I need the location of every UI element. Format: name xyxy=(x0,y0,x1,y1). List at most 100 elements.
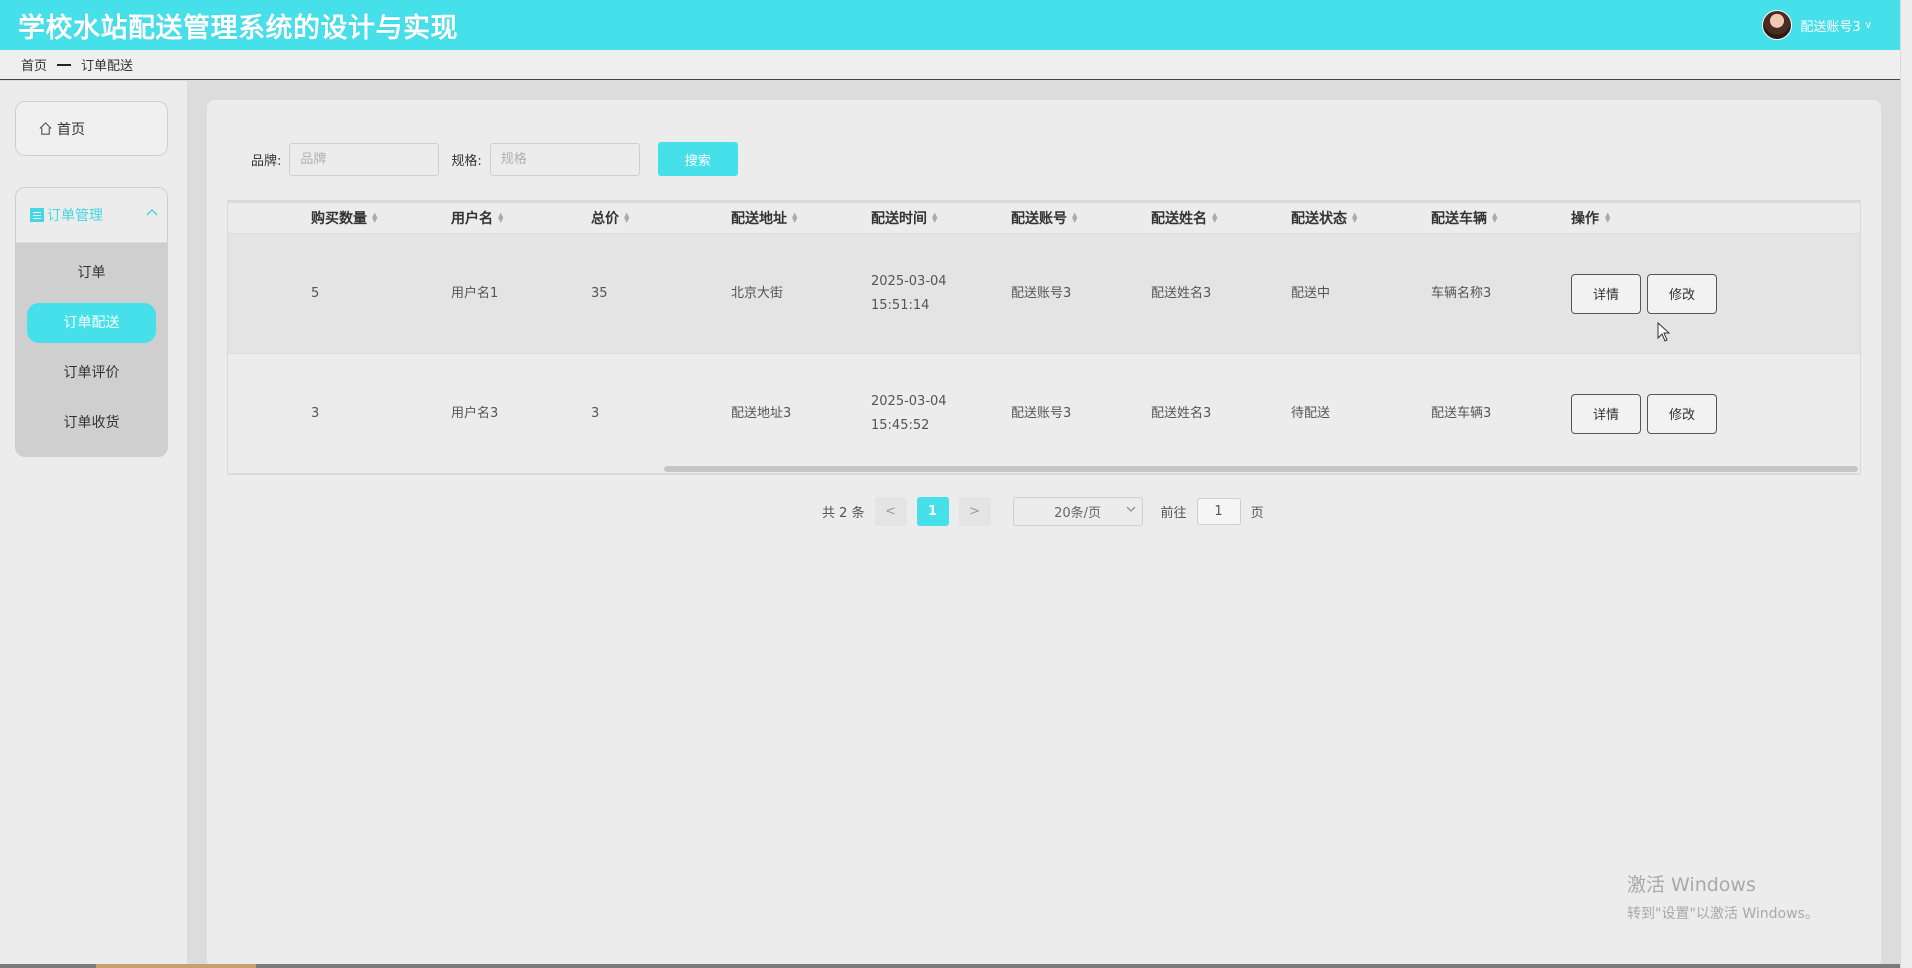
next-page-button[interactable]: > xyxy=(958,497,991,526)
sidebar-item-order[interactable]: 订单 xyxy=(27,253,156,293)
page-unit-label: 页 xyxy=(1250,506,1264,521)
column-header-vehicle[interactable]: 配送车辆 ▲ ▼ xyxy=(1431,208,1497,228)
mouse-cursor-icon xyxy=(1657,322,1671,342)
sidebar-group-header[interactable]: 订单管理 xyxy=(16,188,167,243)
column-label: 总价 xyxy=(591,211,619,227)
page-size-select[interactable]: 20条/页 xyxy=(1012,497,1143,526)
sidebar-home-label: 首页 xyxy=(57,121,85,138)
user-menu[interactable]: 配送账号3 ∨ xyxy=(1762,10,1872,40)
chevron-down-icon[interactable]: ∨ xyxy=(1865,20,1872,31)
vertical-scrollbar[interactable] xyxy=(1900,0,1912,968)
cell-username: 用户名1 xyxy=(451,285,499,301)
brand-label: 品牌: xyxy=(251,153,282,169)
spec-input[interactable] xyxy=(489,142,640,176)
cell-username: 用户名3 xyxy=(451,405,499,421)
cell-address: 配送地址3 xyxy=(731,405,792,421)
table-row[interactable]: 3 用户名3 3 配送地址3 2025-03-04 15:45:52 配送账号3… xyxy=(228,354,1860,474)
cell-actions: 详情 修改 xyxy=(1571,273,1717,314)
edit-button[interactable]: 修改 xyxy=(1647,393,1717,434)
cell-name: 配送姓名3 xyxy=(1151,285,1212,301)
column-header-address[interactable]: 配送地址 ▲ ▼ xyxy=(731,208,797,228)
sidebar-group-order-management: 订单管理 订单 订单配送 订单评价 订单收货 xyxy=(15,187,168,457)
sort-icon[interactable]: ▲ ▼ xyxy=(498,212,503,224)
column-header-account[interactable]: 配送账号 ▲ ▼ xyxy=(1011,208,1077,228)
cell-status: 配送中 xyxy=(1291,285,1331,301)
detail-button[interactable]: 详情 xyxy=(1571,273,1641,314)
sidebar-item-home[interactable]: 首页 xyxy=(15,101,168,156)
table-header: 购买数量 ▲ ▼ 用户名 ▲ ▼ 总价 ▲ ▼ 配送地址 ▲ ▼ 配送时间 ▲ ▼ 配送账号 ▲ ▼ 配… xyxy=(228,201,1860,234)
column-label: 配送账号 xyxy=(1011,211,1067,227)
column-label: 用户名 xyxy=(451,211,493,227)
column-label: 配送姓名 xyxy=(1151,211,1207,227)
edit-button[interactable]: 修改 xyxy=(1647,273,1717,314)
breadcrumb-current: 订单配送 xyxy=(81,59,134,74)
taskbar-strip xyxy=(0,964,1900,968)
sort-icon[interactable]: ▲ ▼ xyxy=(932,212,937,224)
main-panel: 品牌: 规格: 搜索 购买数量 ▲▼ 用户名 ▲▼ 总价 ▲▼ 配送地址 ▲▼ 配送时间… xyxy=(207,100,1881,968)
sort-icon[interactable]: ▲ ▼ xyxy=(792,212,797,224)
sidebar-item-order-receipt[interactable]: 订单收货 xyxy=(27,403,156,443)
goto-page-input[interactable] xyxy=(1196,498,1241,525)
column-label: 配送车辆 xyxy=(1431,211,1487,227)
column-label: 购买数量 xyxy=(311,211,367,227)
horizontal-scrollbar[interactable] xyxy=(664,466,1858,472)
sort-icon[interactable]: ▲ ▼ xyxy=(1605,212,1610,224)
cell-total: 35 xyxy=(591,285,608,301)
brand-input[interactable] xyxy=(289,142,440,176)
cell-total: 3 xyxy=(591,405,600,421)
home-icon xyxy=(39,122,52,135)
column-header-time[interactable]: 配送时间 ▲ ▼ xyxy=(871,208,991,228)
search-button[interactable]: 搜索 xyxy=(657,142,738,176)
cell-quantity: 5 xyxy=(311,285,320,301)
table-row[interactable]: 5 用户名1 35 北京大街 2025-03-04 15:51:14 配送账号3… xyxy=(228,234,1860,354)
breadcrumb: 首页 订单配送 xyxy=(0,50,1900,80)
top-header: 学校水站配送管理系统的设计与实现 配送账号3 ∨ xyxy=(0,0,1900,50)
sort-icon[interactable]: ▲ ▼ xyxy=(1352,212,1357,224)
sidebar-item-order-review[interactable]: 订单评价 xyxy=(27,353,156,393)
detail-button[interactable]: 详情 xyxy=(1571,393,1641,434)
column-label: 配送状态 xyxy=(1291,211,1347,227)
cell-name: 配送姓名3 xyxy=(1151,405,1212,421)
column-header-status[interactable]: 配送状态 ▲ ▼ xyxy=(1291,208,1357,228)
cell-status: 待配送 xyxy=(1291,405,1331,421)
sidebar: 首页 订单管理 订单 订单配送 订单评价 订单收货 xyxy=(0,81,187,968)
goto-label: 前往 xyxy=(1160,506,1187,521)
chevron-up-icon xyxy=(146,208,158,216)
cell-actions: 详情 修改 xyxy=(1571,393,1717,434)
windows-activation-watermark: 激活 Windows 转到"设置"以激活 Windows。 xyxy=(1627,870,1819,923)
user-name[interactable]: 配送账号3 xyxy=(1800,16,1860,35)
prev-page-button[interactable]: < xyxy=(874,497,907,526)
breadcrumb-home[interactable]: 首页 xyxy=(21,55,47,74)
page-size-value: 20条/页 xyxy=(1054,506,1102,521)
sort-icon[interactable]: ▲ ▼ xyxy=(1212,212,1217,224)
cell-address: 北京大街 xyxy=(731,285,784,301)
cell-time: 2025-03-04 15:51:14 xyxy=(871,273,947,313)
search-bar: 品牌: 规格: 搜索 xyxy=(251,142,738,176)
column-header-name[interactable]: 配送姓名 ▲ ▼ xyxy=(1151,208,1217,228)
cell-account: 配送账号3 xyxy=(1011,285,1072,301)
column-label: 配送时间 xyxy=(871,211,927,227)
sort-icon[interactable]: ▲ ▼ xyxy=(372,212,377,224)
column-label: 配送地址 xyxy=(731,211,787,227)
column-header-total[interactable]: 总价 ▲ ▼ xyxy=(591,208,629,228)
cell-time: 2025-03-04 15:45:52 xyxy=(871,393,947,433)
watermark-title: 激活 Windows xyxy=(1627,874,1756,896)
user-avatar[interactable] xyxy=(1762,10,1793,40)
column-label: 操作 xyxy=(1571,211,1599,227)
column-header-actions[interactable]: 操作 ▲ ▼ xyxy=(1571,208,1610,228)
sort-icon[interactable]: ▲ ▼ xyxy=(1072,212,1077,224)
sort-icon[interactable]: ▲ ▼ xyxy=(1492,212,1497,224)
breadcrumb-separator xyxy=(57,63,72,66)
delivery-table: 购买数量 ▲ ▼ 用户名 ▲ ▼ 总价 ▲ ▼ 配送地址 ▲ ▼ 配送时间 ▲ ▼ 配送账号 ▲ ▼ 配… xyxy=(227,200,1861,475)
sidebar-group-label: 订单管理 xyxy=(47,208,103,224)
spec-label: 规格: xyxy=(451,153,482,169)
cell-quantity: 3 xyxy=(311,405,320,421)
pagination-total: 共 2 条 xyxy=(822,506,865,521)
column-header-username[interactable]: 用户名 ▲ ▼ xyxy=(451,208,503,228)
page-1-button[interactable]: 1 xyxy=(916,497,949,526)
pagination: 共 2 条 < 1 > 20条/页 前往 页 xyxy=(822,497,1264,526)
cell-vehicle: 车辆名称3 xyxy=(1431,285,1492,301)
column-header-quantity[interactable]: 购买数量 ▲ ▼ xyxy=(311,208,377,228)
sidebar-item-order-delivery[interactable]: 订单配送 xyxy=(27,303,156,343)
sort-icon[interactable]: ▲ ▼ xyxy=(624,212,629,224)
